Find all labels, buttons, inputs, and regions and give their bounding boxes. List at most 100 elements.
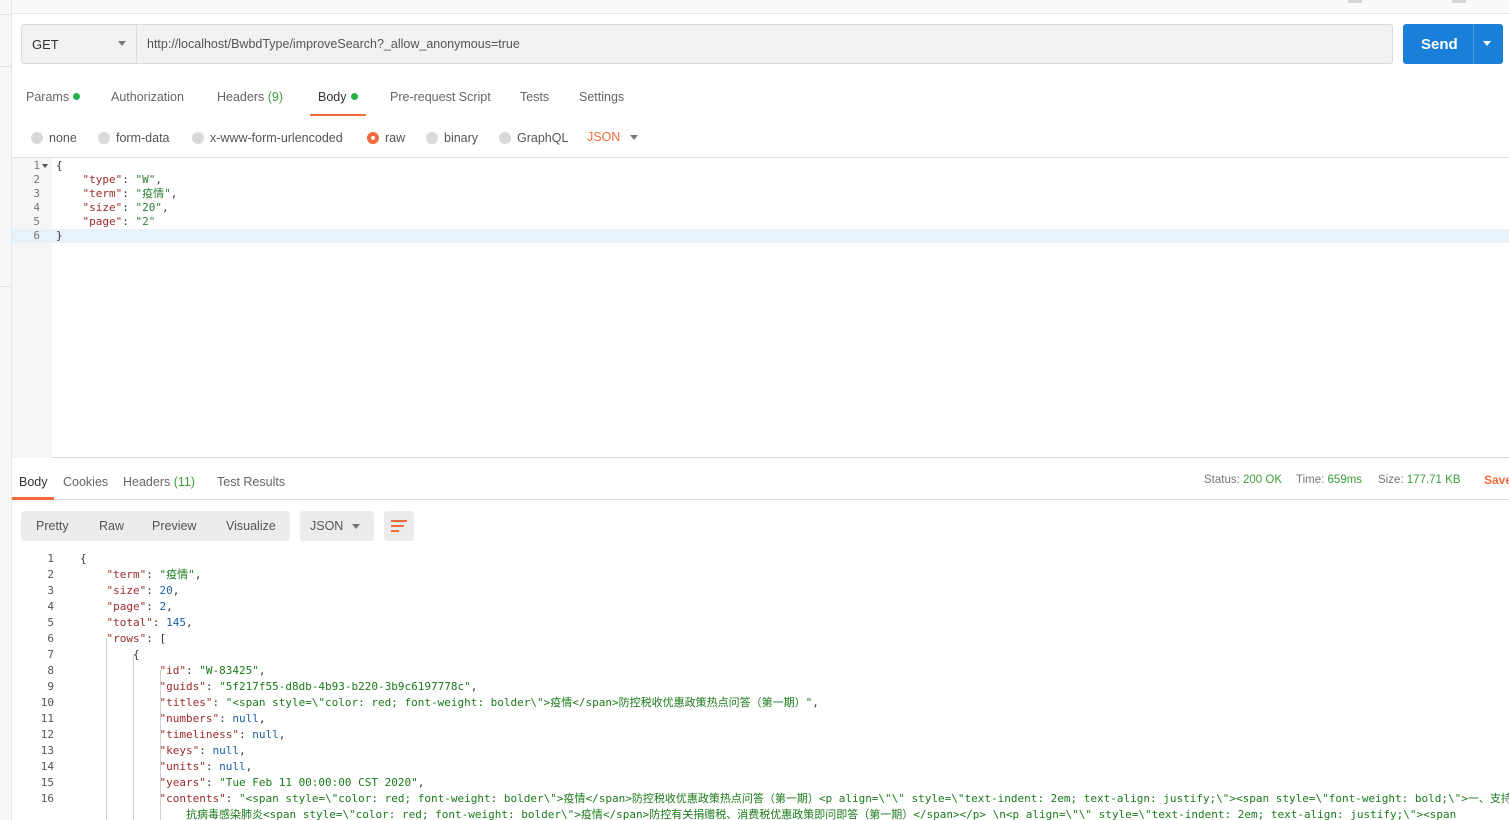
- tab-label: Body: [19, 475, 48, 489]
- view-preview-button[interactable]: Preview: [152, 519, 196, 533]
- line-number: 1: [33, 159, 40, 172]
- response-body-viewer[interactable]: 1{ 2 "term": "疫情", 3 "size": 20, 4 "page…: [12, 550, 1509, 820]
- line-number: 3: [47, 584, 54, 597]
- save-response-button[interactable]: Save: [1484, 473, 1509, 487]
- body-type-options: none form-data x-www-form-urlencoded raw…: [12, 118, 1509, 158]
- code-line: 9 "guids": "5f217f55-d8db-4b93-b220-3b9c…: [12, 679, 1509, 695]
- code-line: 3 "size": 20,: [12, 583, 1509, 599]
- response-format-select[interactable]: JSON: [300, 511, 374, 541]
- tab-body[interactable]: Body: [318, 90, 358, 104]
- code-text: "page": "2": [82, 215, 156, 228]
- code-line-wrapped: 抗病毒感染肺炎<span style=\"color: red; font-we…: [12, 807, 1509, 820]
- tab-label: Headers: [217, 90, 265, 104]
- wrap-lines-button[interactable]: [384, 511, 414, 541]
- line-number: 14: [40, 760, 54, 773]
- code-line: 1{: [12, 159, 1509, 173]
- line-number: 8: [47, 664, 54, 677]
- code-line: 2 "term": "疫情",: [12, 567, 1509, 583]
- radio-raw[interactable]: raw: [367, 131, 405, 145]
- request-url-bar: GET http://localhost/BwbdType/improveSea…: [21, 24, 1393, 64]
- tab-params[interactable]: Params: [26, 90, 81, 104]
- code-line: 16 "contents": "<span style=\"color: red…: [12, 791, 1509, 807]
- radio-x-www-form-urlencoded[interactable]: x-www-form-urlencoded: [192, 131, 343, 145]
- radio-label: x-www-form-urlencoded: [210, 131, 343, 145]
- code-line: 12 "timeliness": null,: [12, 727, 1509, 743]
- request-body-editor[interactable]: 1{ 2 "type": "W", 3 "term": "疫情", 4 "siz…: [12, 158, 1509, 458]
- response-tabs: Body Cookies Headers (11) Test Results S…: [12, 460, 1509, 500]
- tab-authorization[interactable]: Authorization: [111, 90, 184, 104]
- radio-none[interactable]: none: [31, 131, 77, 145]
- line-number: 5: [47, 616, 54, 629]
- tab-headers[interactable]: Headers (9): [217, 90, 283, 104]
- view-raw-button[interactable]: Raw: [99, 519, 124, 533]
- radio-icon: [499, 132, 511, 144]
- code-line: 1{: [12, 551, 1509, 567]
- radio-graphql[interactable]: GraphQL: [499, 131, 568, 145]
- radio-label: binary: [444, 131, 479, 145]
- tab-tests[interactable]: Tests: [520, 90, 549, 104]
- code-text: {: [56, 159, 63, 172]
- radio-binary[interactable]: binary: [426, 131, 478, 145]
- chevron-down-icon: [630, 135, 638, 140]
- radio-icon: [31, 132, 43, 144]
- code-text: "titles": "<span style=\"color: red; fon…: [159, 696, 819, 709]
- line-number: 15: [40, 776, 54, 789]
- response-format-label: JSON: [310, 519, 344, 533]
- resp-tab-headers[interactable]: Headers (11): [123, 475, 195, 489]
- code-text: "type": "W",: [82, 173, 163, 186]
- line-number: 10: [40, 696, 54, 709]
- view-mode-group: Pretty Raw Preview Visualize: [21, 511, 290, 541]
- code-text: "rows": [: [106, 632, 167, 645]
- method-select[interactable]: GET: [22, 25, 137, 63]
- body-format-select[interactable]: JSON: [587, 130, 638, 144]
- method-label: GET: [32, 37, 59, 52]
- code-text: 抗病毒感染肺炎<span style=\"color: red; font-we…: [185, 808, 1457, 820]
- send-button[interactable]: Send: [1403, 24, 1503, 64]
- view-pretty-button[interactable]: Pretty: [36, 519, 69, 533]
- line-number: 2: [33, 173, 40, 186]
- view-visualize-button[interactable]: Visualize: [226, 519, 276, 533]
- line-number: 1: [47, 552, 54, 565]
- tab-label: Pre-request Script: [390, 90, 491, 104]
- tab-pre-request-script[interactable]: Pre-request Script: [390, 90, 491, 104]
- url-input[interactable]: http://localhost/BwbdType/improveSearch?…: [147, 37, 520, 51]
- line-number: 6: [47, 632, 54, 645]
- tab-count: (11): [173, 475, 196, 489]
- code-text: "total": 145,: [106, 616, 193, 629]
- code-line: 4 "page": 2,: [12, 599, 1509, 615]
- response-size: Size: 177.71 KB: [1378, 474, 1461, 486]
- radio-selected-icon: [367, 132, 379, 144]
- radio-label: GraphQL: [517, 131, 569, 145]
- radio-icon: [98, 132, 110, 144]
- resp-tab-test-results[interactable]: Test Results: [217, 475, 285, 489]
- resp-tab-body[interactable]: Body: [19, 475, 48, 489]
- code-text: }: [56, 229, 63, 242]
- line-number: 6: [33, 229, 40, 242]
- code-line: 11 "numbers": null,: [12, 711, 1509, 727]
- line-number: 12: [40, 728, 54, 741]
- status-dot-icon: [73, 93, 81, 100]
- resp-tab-cookies[interactable]: Cookies: [63, 475, 108, 489]
- response-status: Status: 200 OK: [1204, 474, 1283, 486]
- radio-icon: [426, 132, 438, 144]
- tab-label: Body: [318, 90, 347, 104]
- tab-label: Headers: [123, 475, 171, 489]
- chevron-down-icon[interactable]: [1483, 41, 1491, 46]
- code-text: "timeliness": null,: [159, 728, 286, 741]
- radio-form-data[interactable]: form-data: [98, 131, 170, 145]
- tab-label: Cookies: [63, 475, 109, 489]
- radio-label: none: [49, 131, 77, 145]
- chevron-down-icon: [118, 41, 126, 46]
- code-line: 5 "total": 145,: [12, 615, 1509, 631]
- tab-label: Params: [26, 90, 70, 104]
- code-text: "term": "疫情",: [82, 187, 178, 200]
- send-divider: [1473, 24, 1474, 64]
- code-text: "page": 2,: [106, 600, 173, 613]
- tab-settings[interactable]: Settings: [579, 90, 624, 104]
- line-number: 7: [47, 648, 54, 661]
- code-text: "keys": null,: [159, 744, 246, 757]
- line-number: 5: [33, 215, 40, 228]
- fold-arrow-icon[interactable]: [42, 164, 48, 168]
- chevron-down-icon: [352, 524, 360, 529]
- code-line-current: 6}: [12, 229, 1509, 243]
